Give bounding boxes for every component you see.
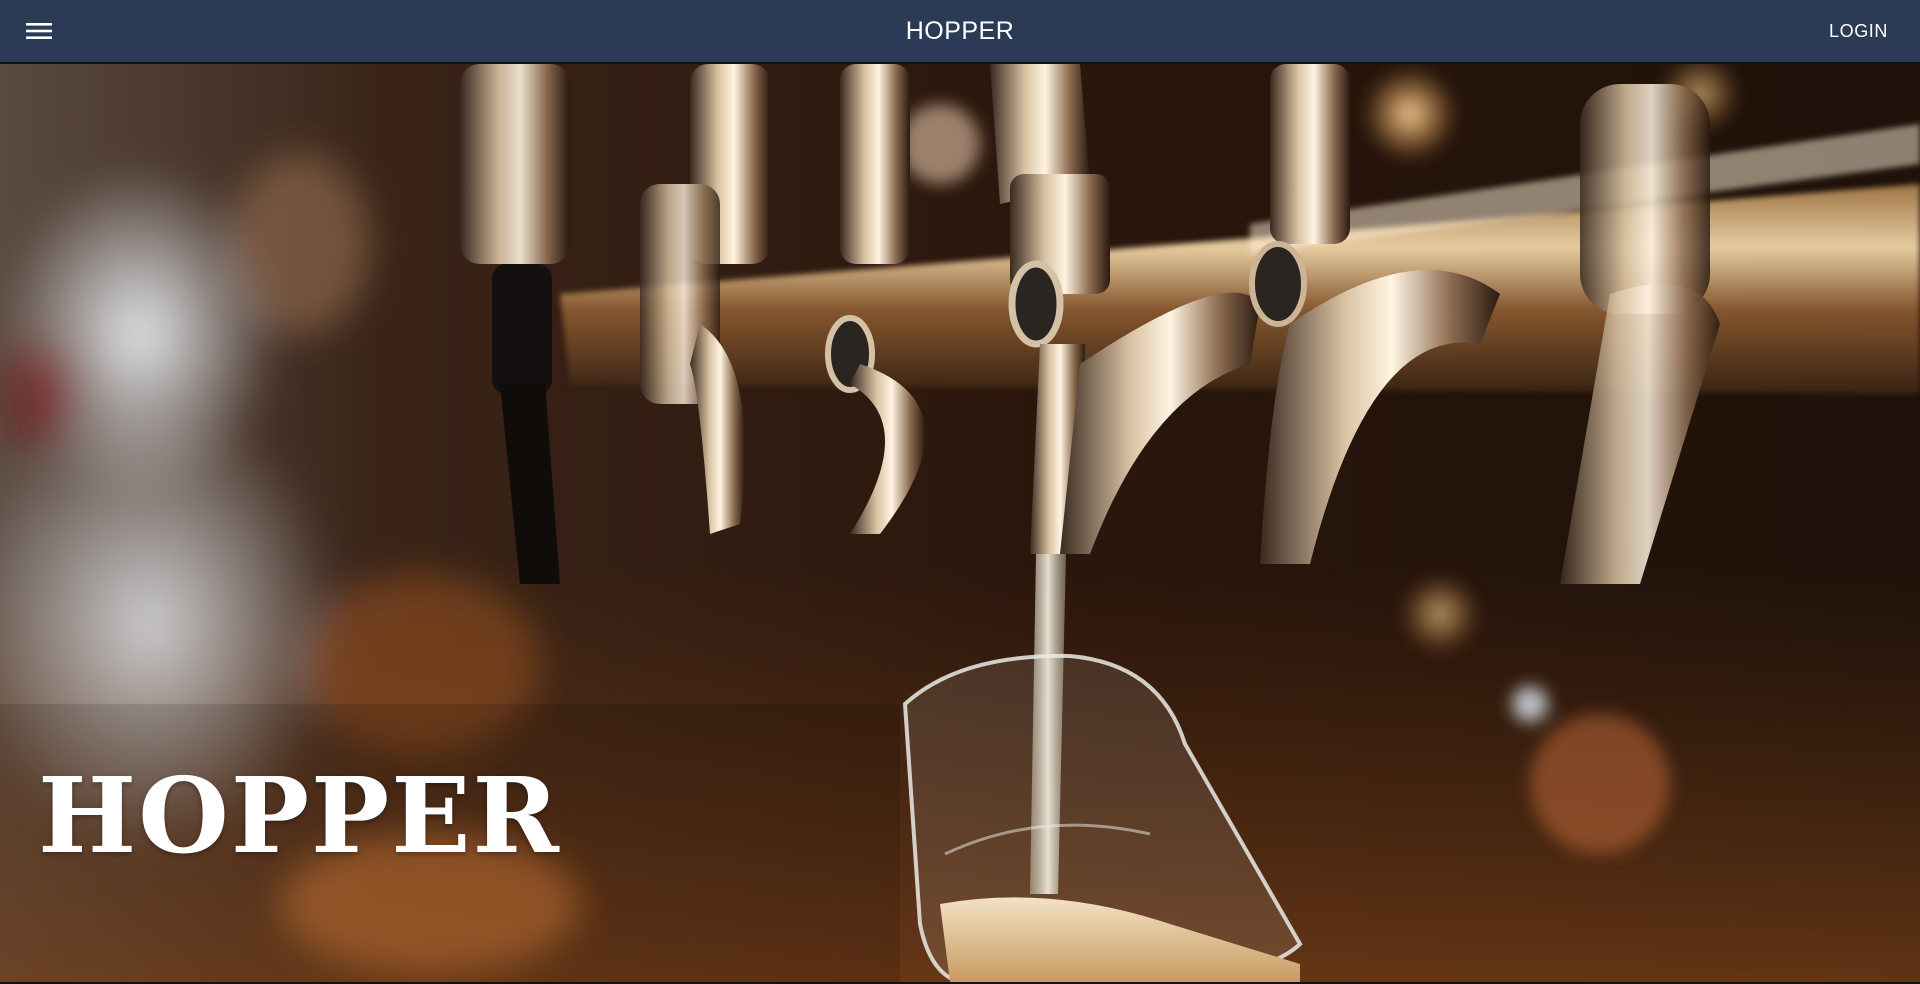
login-button[interactable]: LOGIN	[1829, 21, 1888, 42]
menu-button[interactable]	[19, 11, 59, 51]
hamburger-menu-icon	[26, 23, 52, 39]
brand-title[interactable]: HOPPER	[906, 17, 1015, 46]
top-navbar: HOPPER LOGIN	[0, 0, 1920, 64]
app: HOPPER LOGIN HOPPER	[0, 0, 1920, 984]
hero-title: HOPPER	[38, 754, 561, 877]
hero-banner: HOPPER	[0, 64, 1920, 982]
